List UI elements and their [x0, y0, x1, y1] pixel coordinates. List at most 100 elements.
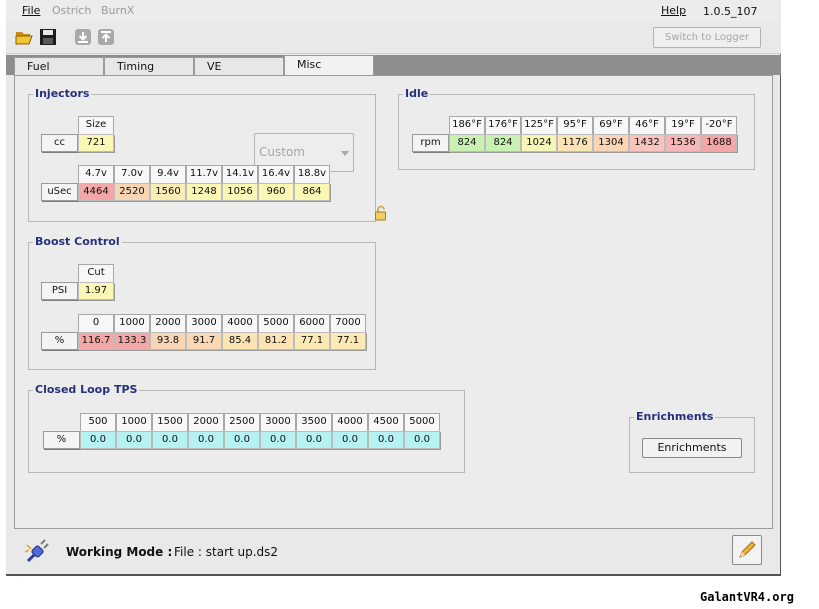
injector-usec-value-cell[interactable]: 960: [258, 183, 294, 201]
cut-header: Cut: [78, 264, 114, 282]
enrichments-title: Enrichments: [634, 410, 716, 424]
menu-ostrich[interactable]: Ostrich: [52, 4, 91, 17]
closed-loop-title: Closed Loop TPS: [33, 383, 140, 397]
menu-help[interactable]: Help: [661, 4, 686, 17]
closed-loop-percent-value-cell[interactable]: 0.0: [368, 431, 404, 449]
boost-percent-header-cell: 1000: [114, 314, 150, 332]
boost-percent-header-cell: 0: [78, 314, 114, 332]
edit-button[interactable]: [732, 535, 762, 565]
idle-title: Idle: [403, 87, 431, 101]
injector-usec-header-cell: 7.0v: [114, 165, 150, 183]
save-disk-icon[interactable]: [39, 28, 57, 46]
enrichments-group: Enrichments Enrichments: [629, 410, 755, 473]
boost-cut-psi-cell[interactable]: 1.97: [78, 282, 114, 300]
idle-rpm-value-cell[interactable]: 1536: [665, 134, 701, 152]
injector-usec-value-cell[interactable]: 864: [294, 183, 330, 201]
switch-to-logger-button[interactable]: Switch to Logger: [653, 27, 761, 48]
boost-percent-header-cell: 5000: [258, 314, 294, 332]
closed-loop-percent-header-cell: 4500: [368, 413, 404, 431]
injector-usec-header-cell: 9.4v: [150, 165, 186, 183]
injector-usec-value-cell[interactable]: 4464: [78, 183, 114, 201]
boost-percent-row-label: %: [41, 332, 78, 350]
idle-rpm-header-cell: 46°F: [629, 116, 665, 134]
boost-percent-value-cell[interactable]: 77.1: [330, 332, 366, 350]
boost-percent-header-cell: 4000: [222, 314, 258, 332]
injectors-group: Injectors Size cc 721 Custom uSec 4.7v 7.0…: [28, 87, 386, 222]
boost-percent-value-cell[interactable]: 77.1: [294, 332, 330, 350]
boost-control-group: Boost Control Cut PSI 1.97 % 0 1000 2000 300…: [28, 235, 376, 370]
closed-loop-percent-header-cell: 5000: [404, 413, 440, 431]
injector-preset-value: Custom: [259, 145, 305, 159]
closed-loop-percent-header-cell: 2500: [224, 413, 260, 431]
injector-usec-value-cell[interactable]: 1560: [150, 183, 186, 201]
injector-usec-value-cell[interactable]: 1248: [186, 183, 222, 201]
menubar: File Ostrich BurnX Help 1.0.5_107: [6, 0, 781, 22]
idle-rpm-value-cell[interactable]: 824: [449, 134, 485, 152]
menu-help-label: Help: [661, 4, 687, 17]
tab-misc[interactable]: Misc: [284, 55, 374, 75]
idle-rpm-header-cell: 186°F: [449, 116, 485, 134]
closed-loop-percent-value-cell[interactable]: 0.0: [332, 431, 368, 449]
injector-usec-value-cell[interactable]: 1056: [222, 183, 258, 201]
unlocked-padlock-icon[interactable]: [373, 205, 389, 221]
idle-rpm-header-cell: 69°F: [593, 116, 629, 134]
closed-loop-percent-value-cell[interactable]: 0.0: [188, 431, 224, 449]
injector-usec-value-cell[interactable]: 2520: [114, 183, 150, 201]
boost-percent-header-cell: 2000: [150, 314, 186, 332]
closed-loop-percent-value-cell[interactable]: 0.0: [260, 431, 296, 449]
injector-usec-header-cell: 14.1v: [222, 165, 258, 183]
closed-loop-percent-value-cell[interactable]: 0.0: [152, 431, 188, 449]
menu-file[interactable]: File: [22, 4, 40, 17]
open-folder-icon[interactable]: [15, 28, 33, 46]
idle-rpm-header-cell: 176°F: [485, 116, 521, 134]
boost-percent-value-cell[interactable]: 85.4: [222, 332, 258, 350]
tab-timing[interactable]: Timing: [104, 57, 194, 75]
idle-rpm-value-cell[interactable]: 1176: [557, 134, 593, 152]
injector-usec-header-cell: 4.7v: [78, 165, 114, 183]
idle-rpm-value-cell[interactable]: 1024: [521, 134, 557, 152]
connection-plug-icon: [24, 539, 49, 563]
upload-icon[interactable]: [97, 28, 115, 46]
closed-loop-percent-header-cell: 3000: [260, 413, 296, 431]
closed-loop-percent-header-cell: 4000: [332, 413, 368, 431]
download-icon[interactable]: [74, 28, 92, 46]
injectors-title: Injectors: [33, 87, 92, 101]
closed-loop-percent-value-cell[interactable]: 0.0: [404, 431, 440, 449]
closed-loop-percent-header-cell: 1000: [116, 413, 152, 431]
closed-loop-percent-value-cell[interactable]: 0.0: [116, 431, 152, 449]
idle-rpm-header-cell: -20°F: [701, 116, 737, 134]
idle-rpm-value-cell[interactable]: 1304: [593, 134, 629, 152]
menu-burnx[interactable]: BurnX: [101, 4, 134, 17]
boost-percent-value-cell[interactable]: 116.7: [78, 332, 114, 350]
boost-percent-value-cell[interactable]: 93.8: [150, 332, 186, 350]
injector-usec-header-cell: 11.7v: [186, 165, 222, 183]
status-bar: Working Mode : File : start up.ds2: [14, 532, 773, 572]
closed-loop-percent-value-cell[interactable]: 0.0: [80, 431, 116, 449]
injector-usec-header-cell: 16.4v: [258, 165, 294, 183]
tab-ve[interactable]: VE: [194, 57, 284, 75]
boost-percent-header-cell: 7000: [330, 314, 366, 332]
tab-fuel[interactable]: Fuel: [14, 57, 104, 75]
closed-loop-percent-header-cell: 2000: [188, 413, 224, 431]
size-header: Size: [78, 116, 114, 134]
idle-rpm-value-cell[interactable]: 1432: [629, 134, 665, 152]
idle-rpm-value-cell[interactable]: 824: [485, 134, 521, 152]
closed-loop-percent-header-cell: 500: [80, 413, 116, 431]
working-mode-label: Working Mode :: [66, 545, 173, 559]
toolbar: Switch to Logger: [6, 22, 781, 54]
idle-rpm-header-cell: 125°F: [521, 116, 557, 134]
closed-loop-percent-value-cell[interactable]: 0.0: [224, 431, 260, 449]
boost-percent-value-cell[interactable]: 91.7: [186, 332, 222, 350]
enrichments-button[interactable]: Enrichments: [642, 438, 742, 458]
idle-rpm-value-cell[interactable]: 1688: [701, 134, 737, 152]
closed-loop-percent-value-cell[interactable]: 0.0: [296, 431, 332, 449]
closed-loop-percent-header-cell: 3500: [296, 413, 332, 431]
app-window: File Ostrich BurnX Help 1.0.5_107 Switch…: [6, 0, 781, 576]
watermark-text: GalantVR4.org: [700, 590, 794, 604]
boost-percent-value-cell[interactable]: 133.3: [114, 332, 150, 350]
idle-group: Idle rpm 186°F 176°F 125°F 95°F 69°F 46°F 19°F -…: [398, 87, 755, 170]
boost-percent-value-cell[interactable]: 81.2: [258, 332, 294, 350]
injector-size-cell[interactable]: 721: [78, 134, 114, 152]
chevron-down-icon: [341, 151, 349, 156]
idle-rpm-row-label: rpm: [412, 134, 449, 152]
